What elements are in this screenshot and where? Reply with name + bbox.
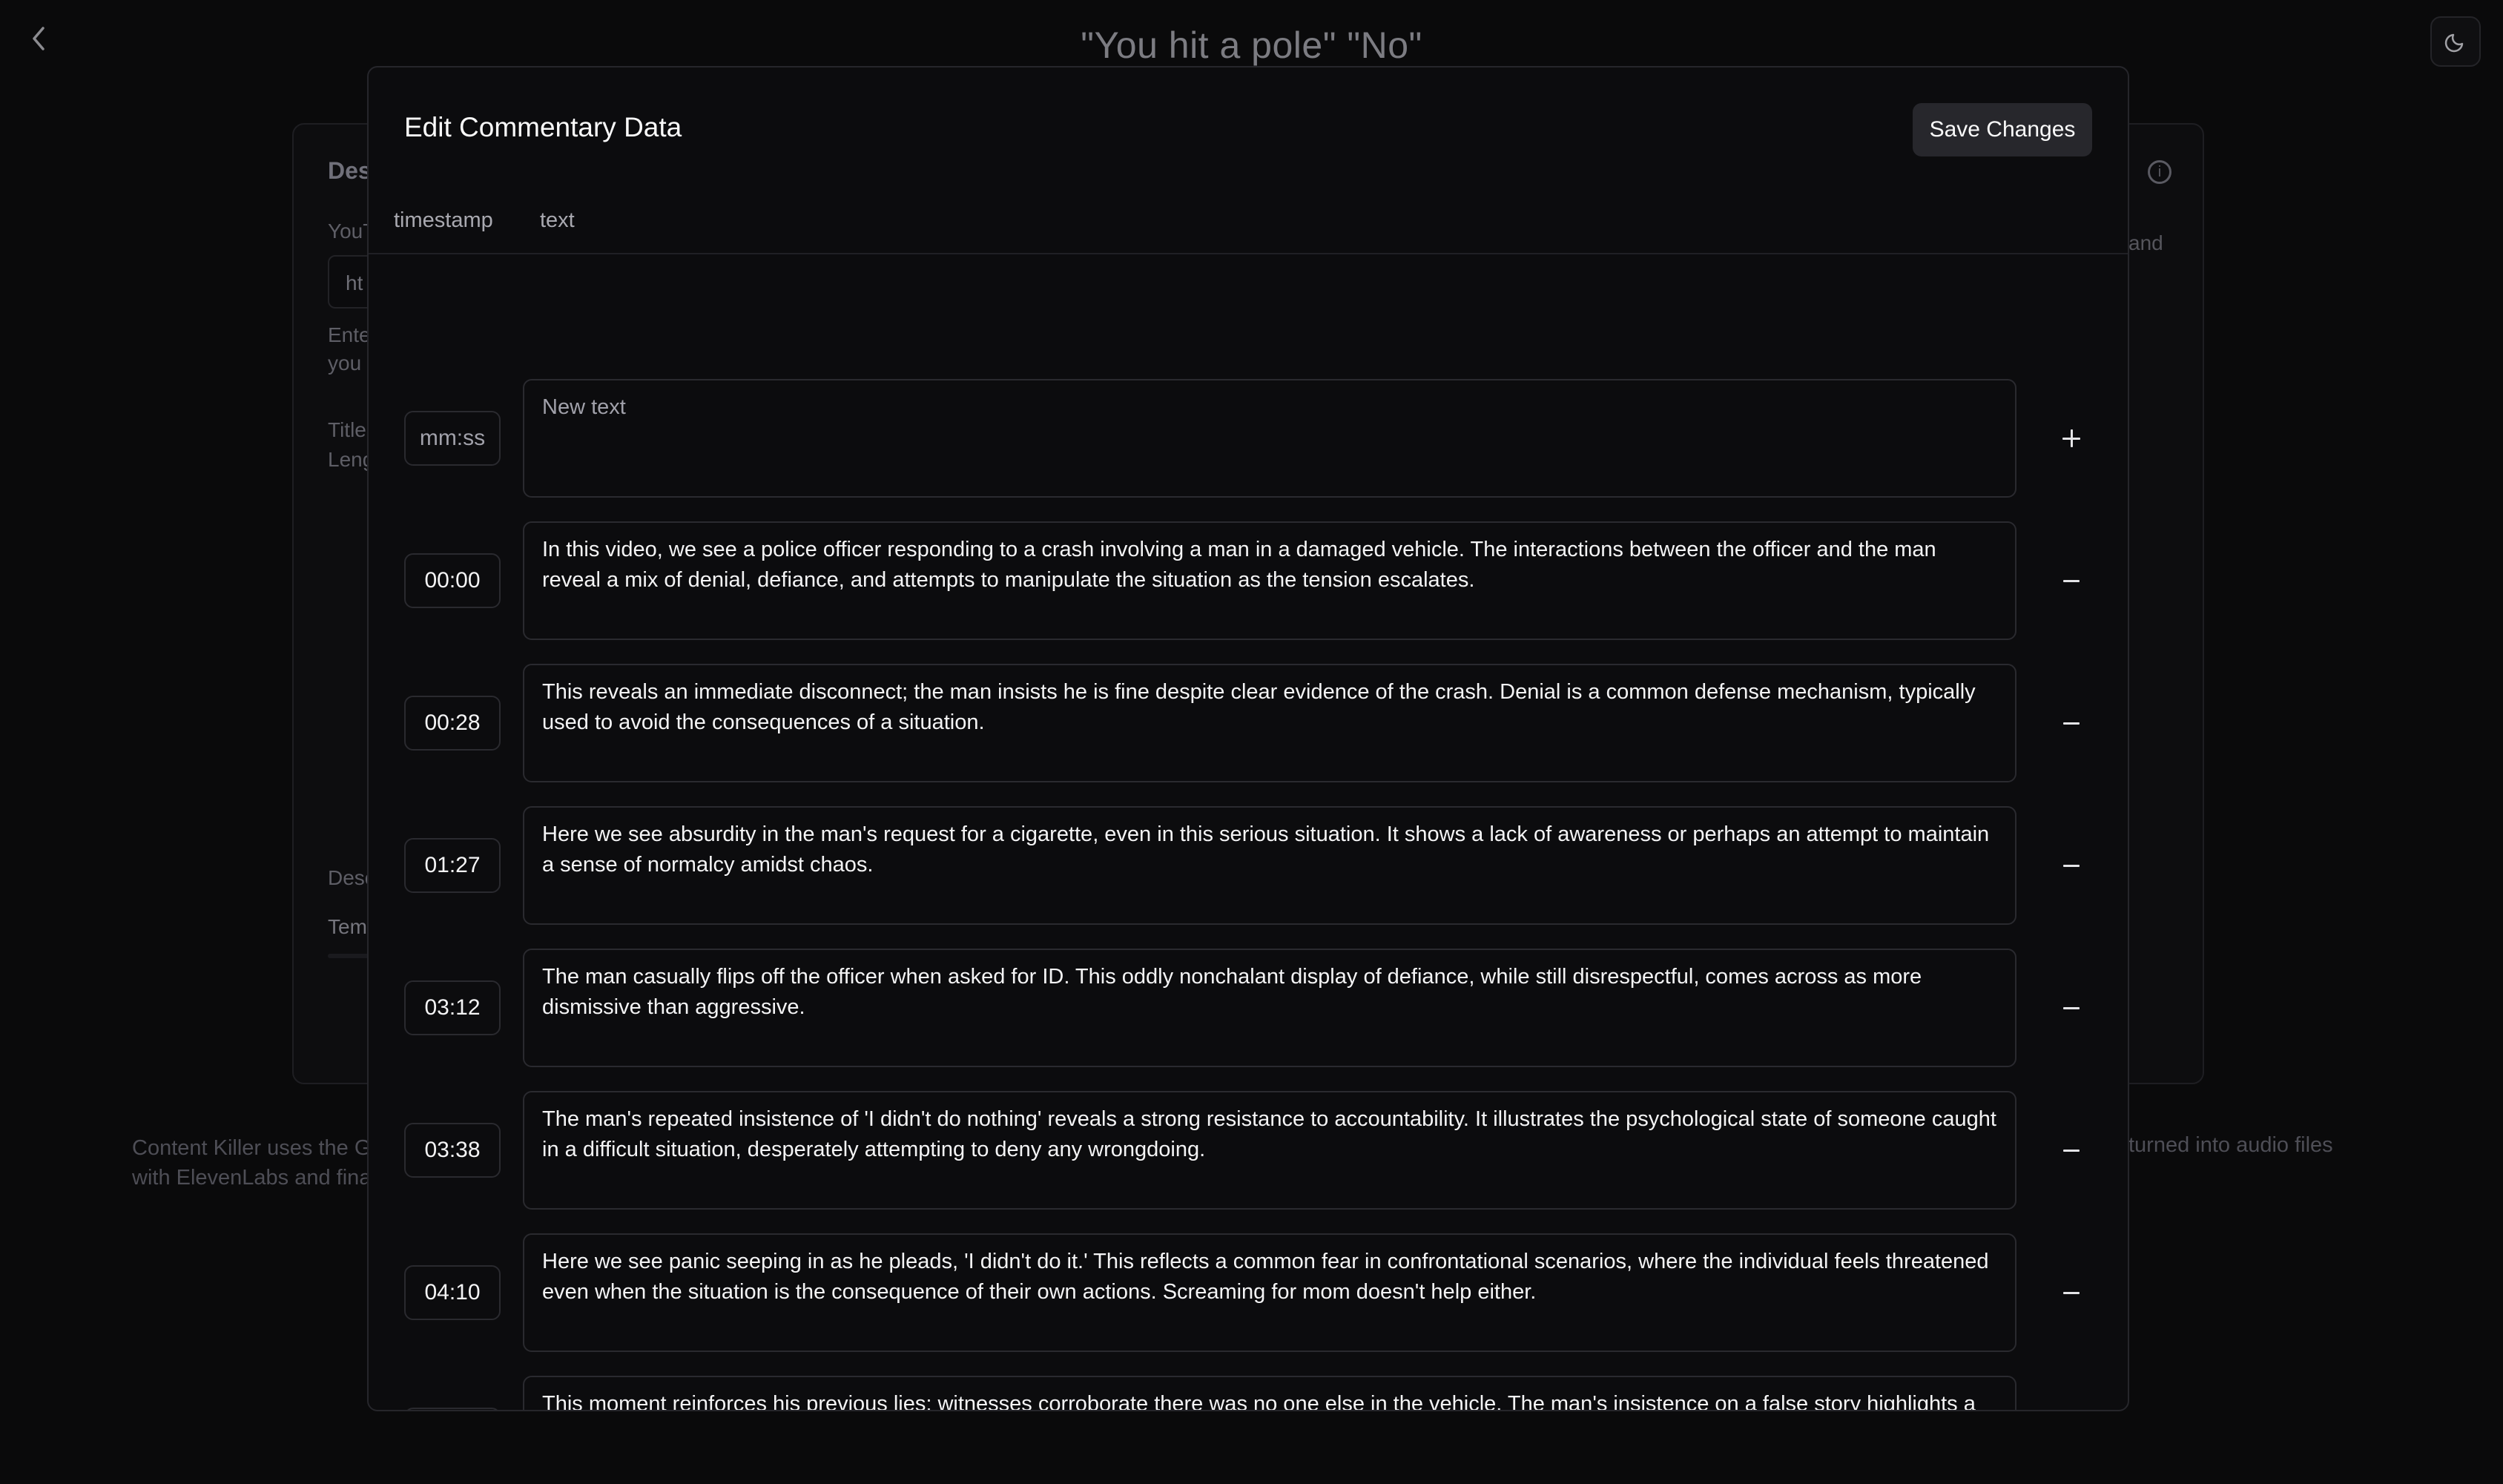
remove-entry-button[interactable]	[2049, 1270, 2094, 1315]
column-header-text: text	[540, 208, 575, 232]
timestamp-input[interactable]	[404, 553, 501, 608]
timestamp-input[interactable]	[404, 1265, 501, 1320]
commentary-text-input[interactable]: This reveals an immediate disconnect; th…	[523, 664, 2016, 782]
commentary-row: This moment reinforces his previous lies…	[369, 1376, 2128, 1410]
remove-entry-button[interactable]	[2049, 1128, 2094, 1173]
footer-text-right: turned into audio files	[2128, 1133, 2333, 1157]
footer-text: Content Killer uses the G with ElevenLab…	[132, 1133, 371, 1193]
minus-icon	[2063, 579, 2080, 582]
bg-label: Tem	[328, 915, 367, 938]
modal-title: Edit Commentary Data	[404, 112, 682, 142]
save-changes-button[interactable]: Save Changes	[1913, 103, 2092, 156]
info-icon	[2148, 160, 2171, 184]
commentary-text-input[interactable]: This moment reinforces his previous lies…	[523, 1376, 2016, 1410]
footer-line: Content Killer uses the G	[132, 1136, 372, 1160]
bg-text: and	[2128, 231, 2163, 254]
commentary-text-input[interactable]: Here we see panic seeping in as he plead…	[523, 1233, 2016, 1352]
commentary-row: Here we see panic seeping in as he plead…	[369, 1233, 2128, 1352]
commentary-row: This reveals an immediate disconnect; th…	[369, 664, 2128, 782]
commentary-text-input[interactable]: In this video, we see a police officer r…	[523, 521, 2016, 640]
timestamp-input[interactable]	[404, 1408, 501, 1410]
bg-label: you	[328, 352, 362, 375]
remove-entry-button[interactable]	[2049, 558, 2094, 603]
bg-label: Ente	[328, 323, 371, 346]
minus-icon	[2063, 1291, 2080, 1294]
minus-icon	[2063, 1006, 2080, 1009]
theme-toggle-button[interactable]	[2430, 16, 2481, 67]
plus-icon	[2062, 429, 2080, 447]
remove-entry-button[interactable]	[2049, 986, 2094, 1030]
page-title: "You hit a pole" "No"	[1081, 24, 1422, 66]
commentary-row: The man's repeated insistence of 'I didn…	[369, 1091, 2128, 1210]
edit-commentary-modal: Edit Commentary Data Save Changes timest…	[367, 66, 2129, 1411]
card-heading: Des	[328, 157, 372, 184]
timestamp-input[interactable]	[404, 980, 501, 1035]
commentary-text-input[interactable]: Here we see absurdity in the man's reque…	[523, 806, 2016, 925]
commentary-text-input[interactable]: The man casually flips off the officer w…	[523, 949, 2016, 1067]
new-entry-row	[369, 379, 2128, 498]
column-header-timestamp: timestamp	[394, 208, 493, 232]
timestamp-input[interactable]	[404, 1123, 501, 1178]
bg-label: Title	[328, 418, 366, 441]
remove-entry-button[interactable]	[2049, 701, 2094, 745]
commentary-row: The man casually flips off the officer w…	[369, 949, 2128, 1067]
timestamp-input[interactable]	[404, 838, 501, 893]
commentary-row: In this video, we see a police officer r…	[369, 521, 2128, 640]
minus-icon	[2063, 1149, 2080, 1152]
timestamp-input[interactable]	[404, 696, 501, 751]
remove-entry-button[interactable]	[2049, 843, 2094, 888]
commentary-row: Here we see absurdity in the man's reque…	[369, 806, 2128, 925]
footer-line: with ElevenLabs and fina	[132, 1166, 372, 1190]
minus-icon	[2063, 864, 2080, 867]
moon-icon	[2444, 33, 2464, 53]
header-divider	[369, 253, 2128, 254]
new-text-input[interactable]	[523, 379, 2016, 498]
commentary-text-input[interactable]: The man's repeated insistence of 'I didn…	[523, 1091, 2016, 1210]
add-entry-button[interactable]	[2049, 416, 2094, 461]
new-timestamp-input[interactable]	[404, 411, 501, 466]
minus-icon	[2063, 722, 2080, 725]
